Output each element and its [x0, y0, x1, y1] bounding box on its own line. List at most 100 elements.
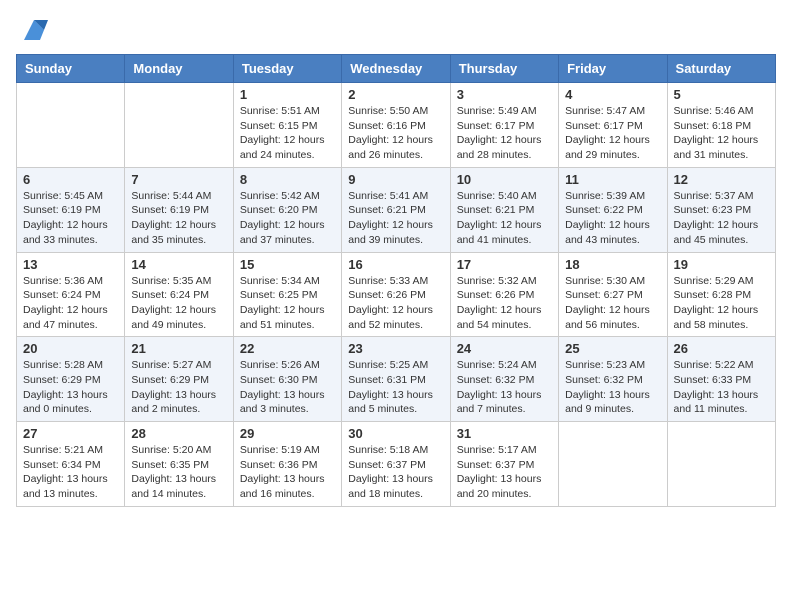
calendar-cell: 25Sunrise: 5:23 AM Sunset: 6:32 PM Dayli…	[559, 337, 667, 422]
day-info: Sunrise: 5:18 AM Sunset: 6:37 PM Dayligh…	[348, 443, 443, 502]
calendar-cell: 6 Sunrise: 5:45 AM Sunset: 6:19 PM Daylig…	[17, 167, 125, 252]
day-number: 26	[674, 341, 769, 356]
day-number: 15	[240, 257, 335, 272]
calendar-cell: 23 Sunrise: 5:25 AM Sunset: 6:31 PM Dayli…	[342, 337, 450, 422]
calendar-cell	[125, 83, 233, 168]
day-info: Sunrise: 5:47 AM Sunset: 6:17 PM Dayligh…	[565, 104, 660, 163]
day-number: 23	[348, 341, 443, 356]
calendar-cell: 26Sunrise: 5:22 AM Sunset: 6:33 PM Dayli…	[667, 337, 775, 422]
calendar-cell: 30 Sunrise: 5:18 AM Sunset: 6:37 PM Dayli…	[342, 422, 450, 507]
day-number: 5	[674, 87, 769, 102]
day-number: 16	[348, 257, 443, 272]
day-info: Sunrise: 5:50 AM Sunset: 6:16 PM Dayligh…	[348, 104, 443, 163]
day-number: 4	[565, 87, 660, 102]
day-info: Sunrise: 5:25 AM Sunset: 6:31 PM Dayligh…	[348, 358, 443, 417]
calendar-cell: 18 Sunrise: 5:30 AM Sunset: 6:27 PM Dayli…	[559, 252, 667, 337]
calendar-cell	[17, 83, 125, 168]
day-info: Sunrise: 5:20 AM Sunset: 6:35 PM Dayligh…	[131, 443, 226, 502]
day-info: Sunrise: 5:51 AM Sunset: 6:15 PM Dayligh…	[240, 104, 335, 163]
day-number: 29	[240, 426, 335, 441]
day-number: 10	[457, 172, 552, 187]
calendar-cell: 17 Sunrise: 5:32 AM Sunset: 6:26 PM Dayli…	[450, 252, 558, 337]
day-number: 20	[23, 341, 118, 356]
calendar-cell: 9 Sunrise: 5:41 AM Sunset: 6:21 PM Daylig…	[342, 167, 450, 252]
day-number: 30	[348, 426, 443, 441]
day-number: 21	[131, 341, 226, 356]
day-info: Sunrise: 5:21 AM Sunset: 6:34 PM Dayligh…	[23, 443, 118, 502]
calendar-cell: 31 Sunrise: 5:17 AM Sunset: 6:37 PM Dayli…	[450, 422, 558, 507]
day-number: 14	[131, 257, 226, 272]
calendar-cell: 27 Sunrise: 5:21 AM Sunset: 6:34 PM Dayli…	[17, 422, 125, 507]
day-info: Sunrise: 5:39 AM Sunset: 6:22 PM Dayligh…	[565, 189, 660, 248]
calendar-week-2: 6 Sunrise: 5:45 AM Sunset: 6:19 PM Daylig…	[17, 167, 776, 252]
logo	[16, 16, 48, 44]
day-info: Sunrise: 5:29 AM Sunset: 6:28 PM Dayligh…	[674, 274, 769, 333]
day-number: 27	[23, 426, 118, 441]
calendar-cell: 2Sunrise: 5:50 AM Sunset: 6:16 PM Daylig…	[342, 83, 450, 168]
day-number: 19	[674, 257, 769, 272]
day-info: Sunrise: 5:36 AM Sunset: 6:24 PM Dayligh…	[23, 274, 118, 333]
calendar-cell: 14 Sunrise: 5:35 AM Sunset: 6:24 PM Dayli…	[125, 252, 233, 337]
calendar-cell: 7Sunrise: 5:44 AM Sunset: 6:19 PM Daylig…	[125, 167, 233, 252]
calendar-header-sunday: Sunday	[17, 55, 125, 83]
calendar-table: SundayMondayTuesdayWednesdayThursdayFrid…	[16, 54, 776, 507]
day-info: Sunrise: 5:35 AM Sunset: 6:24 PM Dayligh…	[131, 274, 226, 333]
calendar-header-tuesday: Tuesday	[233, 55, 341, 83]
day-info: Sunrise: 5:24 AM Sunset: 6:32 PM Dayligh…	[457, 358, 552, 417]
day-number: 8	[240, 172, 335, 187]
day-number: 13	[23, 257, 118, 272]
calendar-cell: 24 Sunrise: 5:24 AM Sunset: 6:32 PM Dayli…	[450, 337, 558, 422]
day-number: 31	[457, 426, 552, 441]
day-number: 7	[131, 172, 226, 187]
calendar-week-5: 27 Sunrise: 5:21 AM Sunset: 6:34 PM Dayli…	[17, 422, 776, 507]
day-info: Sunrise: 5:33 AM Sunset: 6:26 PM Dayligh…	[348, 274, 443, 333]
day-number: 11	[565, 172, 660, 187]
day-info: Sunrise: 5:40 AM Sunset: 6:21 PM Dayligh…	[457, 189, 552, 248]
day-number: 6	[23, 172, 118, 187]
calendar-cell	[667, 422, 775, 507]
day-number: 17	[457, 257, 552, 272]
calendar-cell: 28 Sunrise: 5:20 AM Sunset: 6:35 PM Dayli…	[125, 422, 233, 507]
day-info: Sunrise: 5:42 AM Sunset: 6:20 PM Dayligh…	[240, 189, 335, 248]
calendar-cell: 22Sunrise: 5:26 AM Sunset: 6:30 PM Dayli…	[233, 337, 341, 422]
day-number: 9	[348, 172, 443, 187]
day-number: 28	[131, 426, 226, 441]
day-info: Sunrise: 5:41 AM Sunset: 6:21 PM Dayligh…	[348, 189, 443, 248]
day-info: Sunrise: 5:17 AM Sunset: 6:37 PM Dayligh…	[457, 443, 552, 502]
calendar-cell: 15 Sunrise: 5:34 AM Sunset: 6:25 PM Dayli…	[233, 252, 341, 337]
day-info: Sunrise: 5:27 AM Sunset: 6:29 PM Dayligh…	[131, 358, 226, 417]
day-number: 1	[240, 87, 335, 102]
day-info: Sunrise: 5:45 AM Sunset: 6:19 PM Dayligh…	[23, 189, 118, 248]
day-number: 12	[674, 172, 769, 187]
calendar-header-monday: Monday	[125, 55, 233, 83]
calendar-week-4: 20 Sunrise: 5:28 AM Sunset: 6:29 PM Dayli…	[17, 337, 776, 422]
calendar-cell: 1 Sunrise: 5:51 AM Sunset: 6:15 PM Daylig…	[233, 83, 341, 168]
calendar-cell: 19 Sunrise: 5:29 AM Sunset: 6:28 PM Dayli…	[667, 252, 775, 337]
day-number: 18	[565, 257, 660, 272]
calendar-cell: 20 Sunrise: 5:28 AM Sunset: 6:29 PM Dayli…	[17, 337, 125, 422]
day-info: Sunrise: 5:30 AM Sunset: 6:27 PM Dayligh…	[565, 274, 660, 333]
day-info: Sunrise: 5:49 AM Sunset: 6:17 PM Dayligh…	[457, 104, 552, 163]
day-info: Sunrise: 5:46 AM Sunset: 6:18 PM Dayligh…	[674, 104, 769, 163]
day-info: Sunrise: 5:32 AM Sunset: 6:26 PM Dayligh…	[457, 274, 552, 333]
day-info: Sunrise: 5:34 AM Sunset: 6:25 PM Dayligh…	[240, 274, 335, 333]
calendar-cell: 12Sunrise: 5:37 AM Sunset: 6:23 PM Dayli…	[667, 167, 775, 252]
calendar-header-row: SundayMondayTuesdayWednesdayThursdayFrid…	[17, 55, 776, 83]
calendar-cell: 4 Sunrise: 5:47 AM Sunset: 6:17 PM Daylig…	[559, 83, 667, 168]
day-info: Sunrise: 5:28 AM Sunset: 6:29 PM Dayligh…	[23, 358, 118, 417]
calendar-cell: 16 Sunrise: 5:33 AM Sunset: 6:26 PM Dayli…	[342, 252, 450, 337]
day-number: 3	[457, 87, 552, 102]
calendar-cell: 11 Sunrise: 5:39 AM Sunset: 6:22 PM Dayli…	[559, 167, 667, 252]
calendar-cell	[559, 422, 667, 507]
calendar-header-thursday: Thursday	[450, 55, 558, 83]
calendar-cell: 5 Sunrise: 5:46 AM Sunset: 6:18 PM Daylig…	[667, 83, 775, 168]
calendar-week-3: 13 Sunrise: 5:36 AM Sunset: 6:24 PM Dayli…	[17, 252, 776, 337]
day-number: 24	[457, 341, 552, 356]
page-header	[16, 16, 776, 44]
calendar-header-friday: Friday	[559, 55, 667, 83]
calendar-header-saturday: Saturday	[667, 55, 775, 83]
calendar-cell: 3 Sunrise: 5:49 AM Sunset: 6:17 PM Daylig…	[450, 83, 558, 168]
calendar-cell: 21 Sunrise: 5:27 AM Sunset: 6:29 PM Dayli…	[125, 337, 233, 422]
calendar-cell: 10 Sunrise: 5:40 AM Sunset: 6:21 PM Dayli…	[450, 167, 558, 252]
calendar-header-wednesday: Wednesday	[342, 55, 450, 83]
